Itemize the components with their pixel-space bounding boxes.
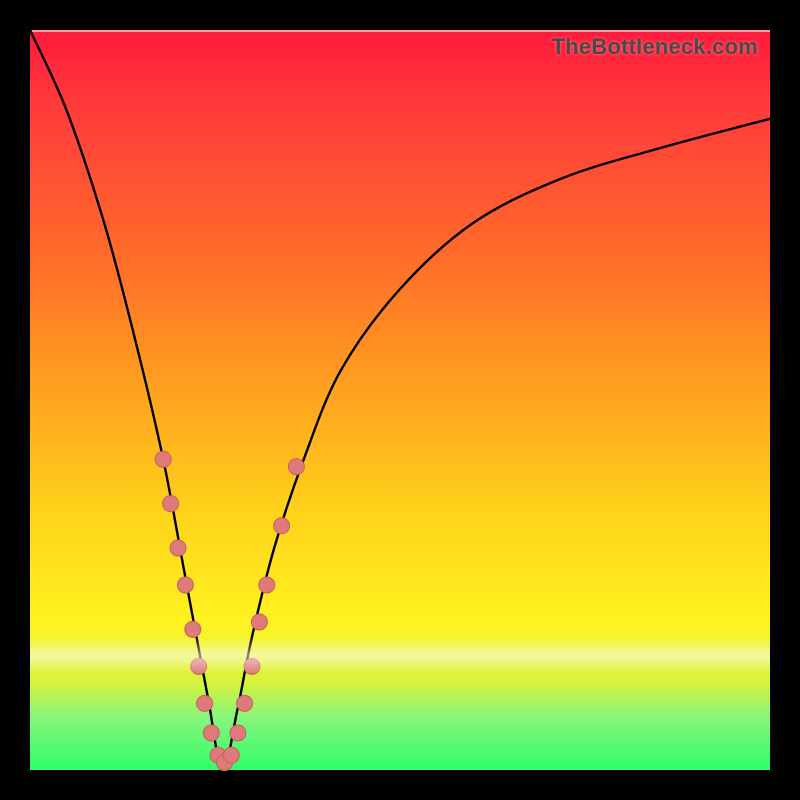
sample-point — [177, 577, 193, 593]
sample-point — [197, 695, 213, 711]
sample-point-markers — [155, 451, 304, 770]
sample-point — [191, 658, 207, 674]
plot-area: TheBottleneck.com — [30, 30, 770, 770]
chart-frame: TheBottleneck.com — [0, 0, 800, 800]
sample-point — [170, 540, 186, 556]
chart-svg — [30, 30, 770, 770]
sample-point — [288, 459, 304, 475]
sample-point — [230, 725, 246, 741]
sample-point — [155, 451, 171, 467]
bottleneck-curve — [30, 30, 770, 770]
sample-point — [223, 747, 239, 763]
sample-point — [237, 695, 253, 711]
sample-point — [259, 577, 275, 593]
sample-point — [203, 725, 219, 741]
sample-point — [185, 621, 201, 637]
sample-point — [274, 518, 290, 534]
sample-point — [163, 496, 179, 512]
sample-point — [251, 614, 267, 630]
sample-point — [244, 658, 260, 674]
